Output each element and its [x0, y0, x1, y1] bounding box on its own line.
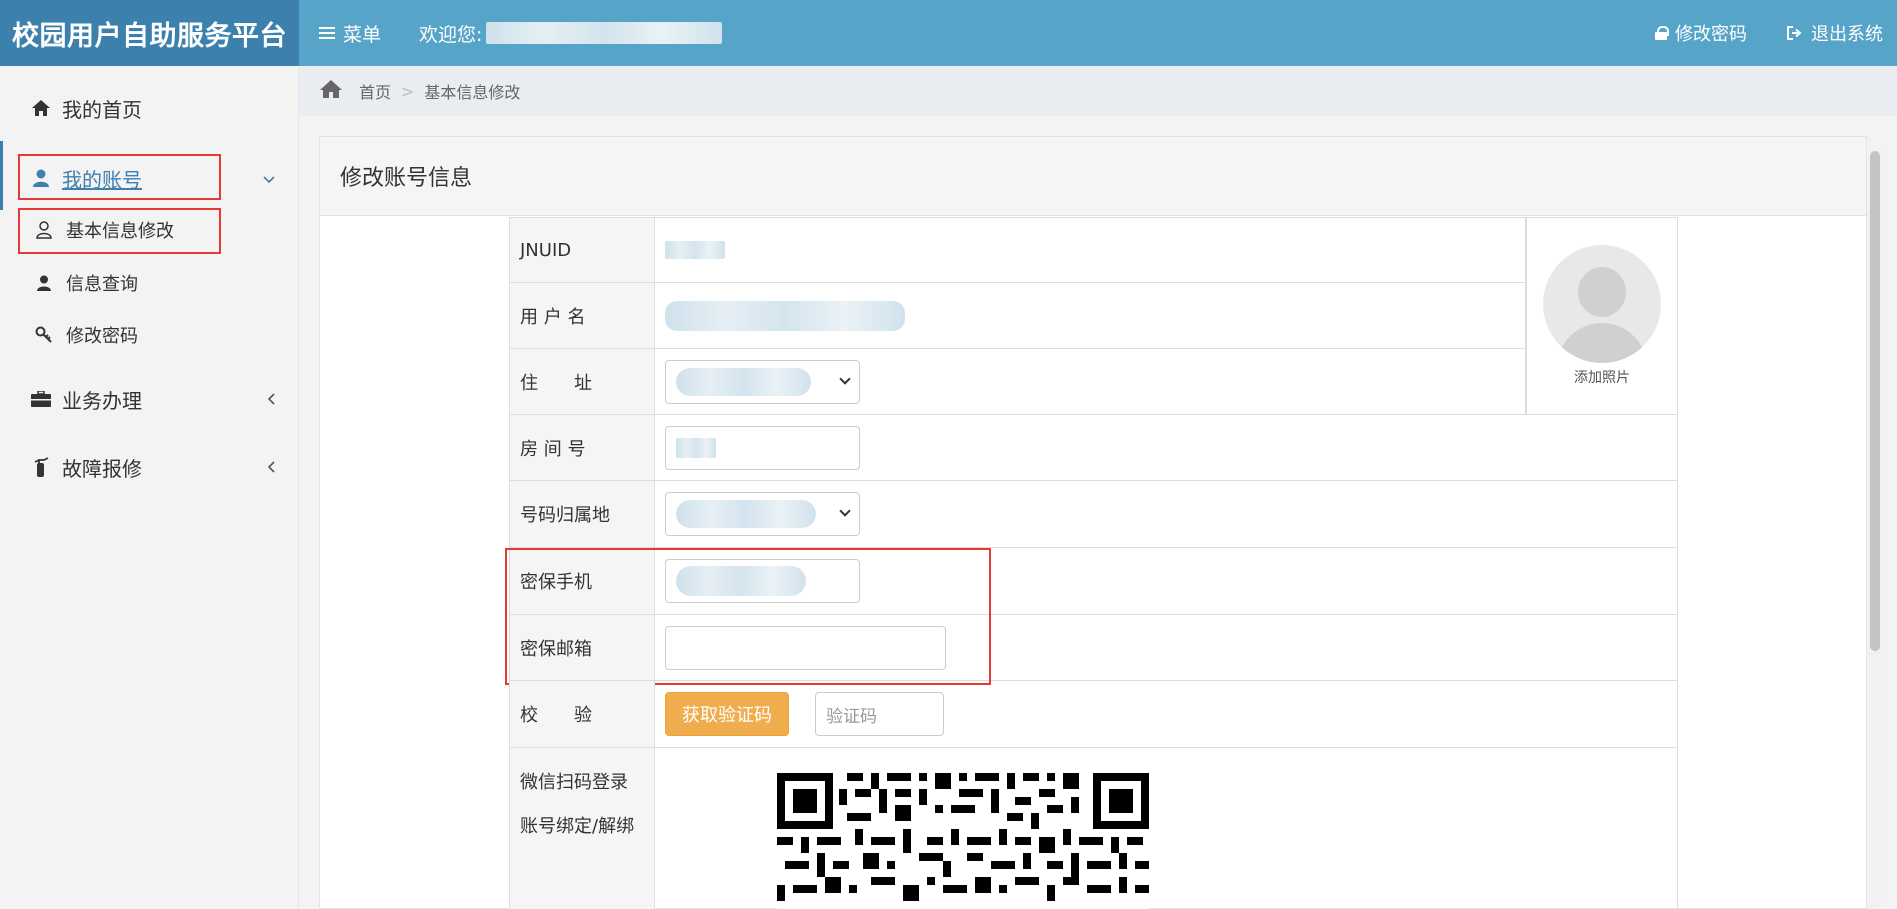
username-value-redacted [665, 300, 905, 331]
username-value [655, 283, 1525, 348]
breadcrumb-home-link[interactable]: 首页 [359, 79, 391, 103]
chevron-left-icon [267, 457, 275, 478]
location-label: 号码归属地 [510, 481, 655, 547]
address-select[interactable] [665, 359, 860, 404]
add-photo-label[interactable]: 添加照片 [1574, 367, 1630, 387]
code-input[interactable]: 验证码 [815, 692, 944, 736]
sidebar-item-label: 业务办理 [62, 388, 142, 413]
verify-label: 校 验 [510, 681, 655, 747]
room-label: 房 间 号 [510, 415, 655, 480]
menu-label: 菜单 [343, 23, 382, 46]
wechat-qr-code [777, 773, 1149, 909]
username-label: 用 户 名 [510, 283, 655, 348]
chevron-down-icon [839, 372, 851, 385]
form-row-address: 住 址 [509, 349, 1526, 415]
location-value [655, 481, 1677, 547]
panel-title: 修改账号信息 [320, 137, 1866, 216]
highlight-box-basic-info [18, 208, 221, 254]
form-row-location: 号码归属地 [509, 481, 1678, 548]
top-header: 校园用户自助服务平台 菜单 欢迎您: 修改密码 退出系统 [0, 0, 1897, 66]
sign-out-icon [1787, 26, 1802, 40]
scrollbar-thumb[interactable] [1870, 151, 1880, 651]
jnuid-redacted [665, 241, 725, 259]
home-icon[interactable] [319, 79, 343, 103]
logout-label: 退出系统 [1811, 24, 1883, 45]
user-icon [34, 275, 54, 291]
avatar-placeholder[interactable] [1543, 245, 1661, 363]
vertical-scrollbar[interactable] [1868, 148, 1882, 909]
form-row-room: 房 间 号 [509, 415, 1678, 481]
sidebar: 我的首页 我的账号 基本信息修改 信息查询 修改密码 业务办理 故障报修 [0, 66, 299, 909]
highlight-box-account [18, 154, 221, 200]
location-select[interactable] [665, 492, 860, 536]
form-row-username: 用 户 名 [509, 283, 1526, 349]
extinguisher-icon [30, 457, 52, 477]
chevron-left-icon [267, 389, 275, 410]
breadcrumb-separator: > [401, 81, 415, 101]
breadcrumb: 首页 > 基本信息修改 [299, 66, 1897, 116]
change-password-link[interactable]: 修改密码 [1655, 20, 1747, 46]
room-value-redacted [676, 437, 716, 458]
home-icon [30, 99, 52, 117]
chevron-down-icon [839, 505, 851, 517]
welcome-label: 欢迎您: [419, 23, 483, 46]
breadcrumb-current: 基本信息修改 [424, 83, 521, 102]
jnuid-value [655, 218, 1525, 282]
sidebar-item-info-query[interactable]: 信息查询 [0, 266, 299, 300]
location-selected-redacted [676, 500, 816, 528]
wechat-label-line1: 微信扫码登录 [520, 772, 628, 793]
form-row-verify: 校 验 获取验证码 验证码 [509, 681, 1678, 748]
welcome-text: 欢迎您: [419, 20, 723, 47]
chevron-down-icon [263, 168, 275, 189]
menu-toggle-button[interactable]: 菜单 [319, 20, 381, 47]
room-input[interactable] [665, 425, 860, 470]
lock-icon [1655, 26, 1669, 40]
key-icon [34, 326, 54, 344]
highlight-box-security [505, 548, 991, 685]
sidebar-item-label: 信息查询 [66, 274, 138, 295]
get-code-button[interactable]: 获取验证码 [665, 692, 789, 736]
form-row-jnuid: JNUID [509, 217, 1526, 283]
username-redacted [486, 22, 723, 44]
logout-link[interactable]: 退出系统 [1787, 20, 1883, 46]
room-value [655, 415, 1677, 480]
jnuid-label: JNUID [510, 218, 655, 282]
briefcase-icon [30, 391, 52, 407]
app-title: 校园用户自助服务平台 [0, 0, 299, 66]
menu-icon [319, 24, 335, 42]
verify-value: 获取验证码 验证码 [655, 681, 1677, 747]
sidebar-item-label: 故障报修 [62, 456, 142, 481]
address-value [655, 349, 1525, 414]
sidebar-item-label: 修改密码 [66, 326, 138, 347]
photo-cell[interactable]: 添加照片 [1526, 217, 1678, 415]
wechat-label-line2: 账号绑定/解绑 [520, 816, 635, 837]
sidebar-item-repair[interactable]: 故障报修 [0, 447, 299, 487]
change-password-label: 修改密码 [1675, 24, 1747, 45]
wechat-label: 微信扫码登录 账号绑定/解绑 [510, 748, 655, 909]
address-selected-redacted [676, 367, 811, 396]
sidebar-item-home[interactable]: 我的首页 [0, 88, 299, 128]
sidebar-item-label: 我的首页 [62, 97, 142, 122]
sidebar-item-change-password[interactable]: 修改密码 [0, 318, 299, 352]
address-label: 住 址 [510, 349, 655, 414]
sidebar-item-business[interactable]: 业务办理 [0, 379, 299, 419]
